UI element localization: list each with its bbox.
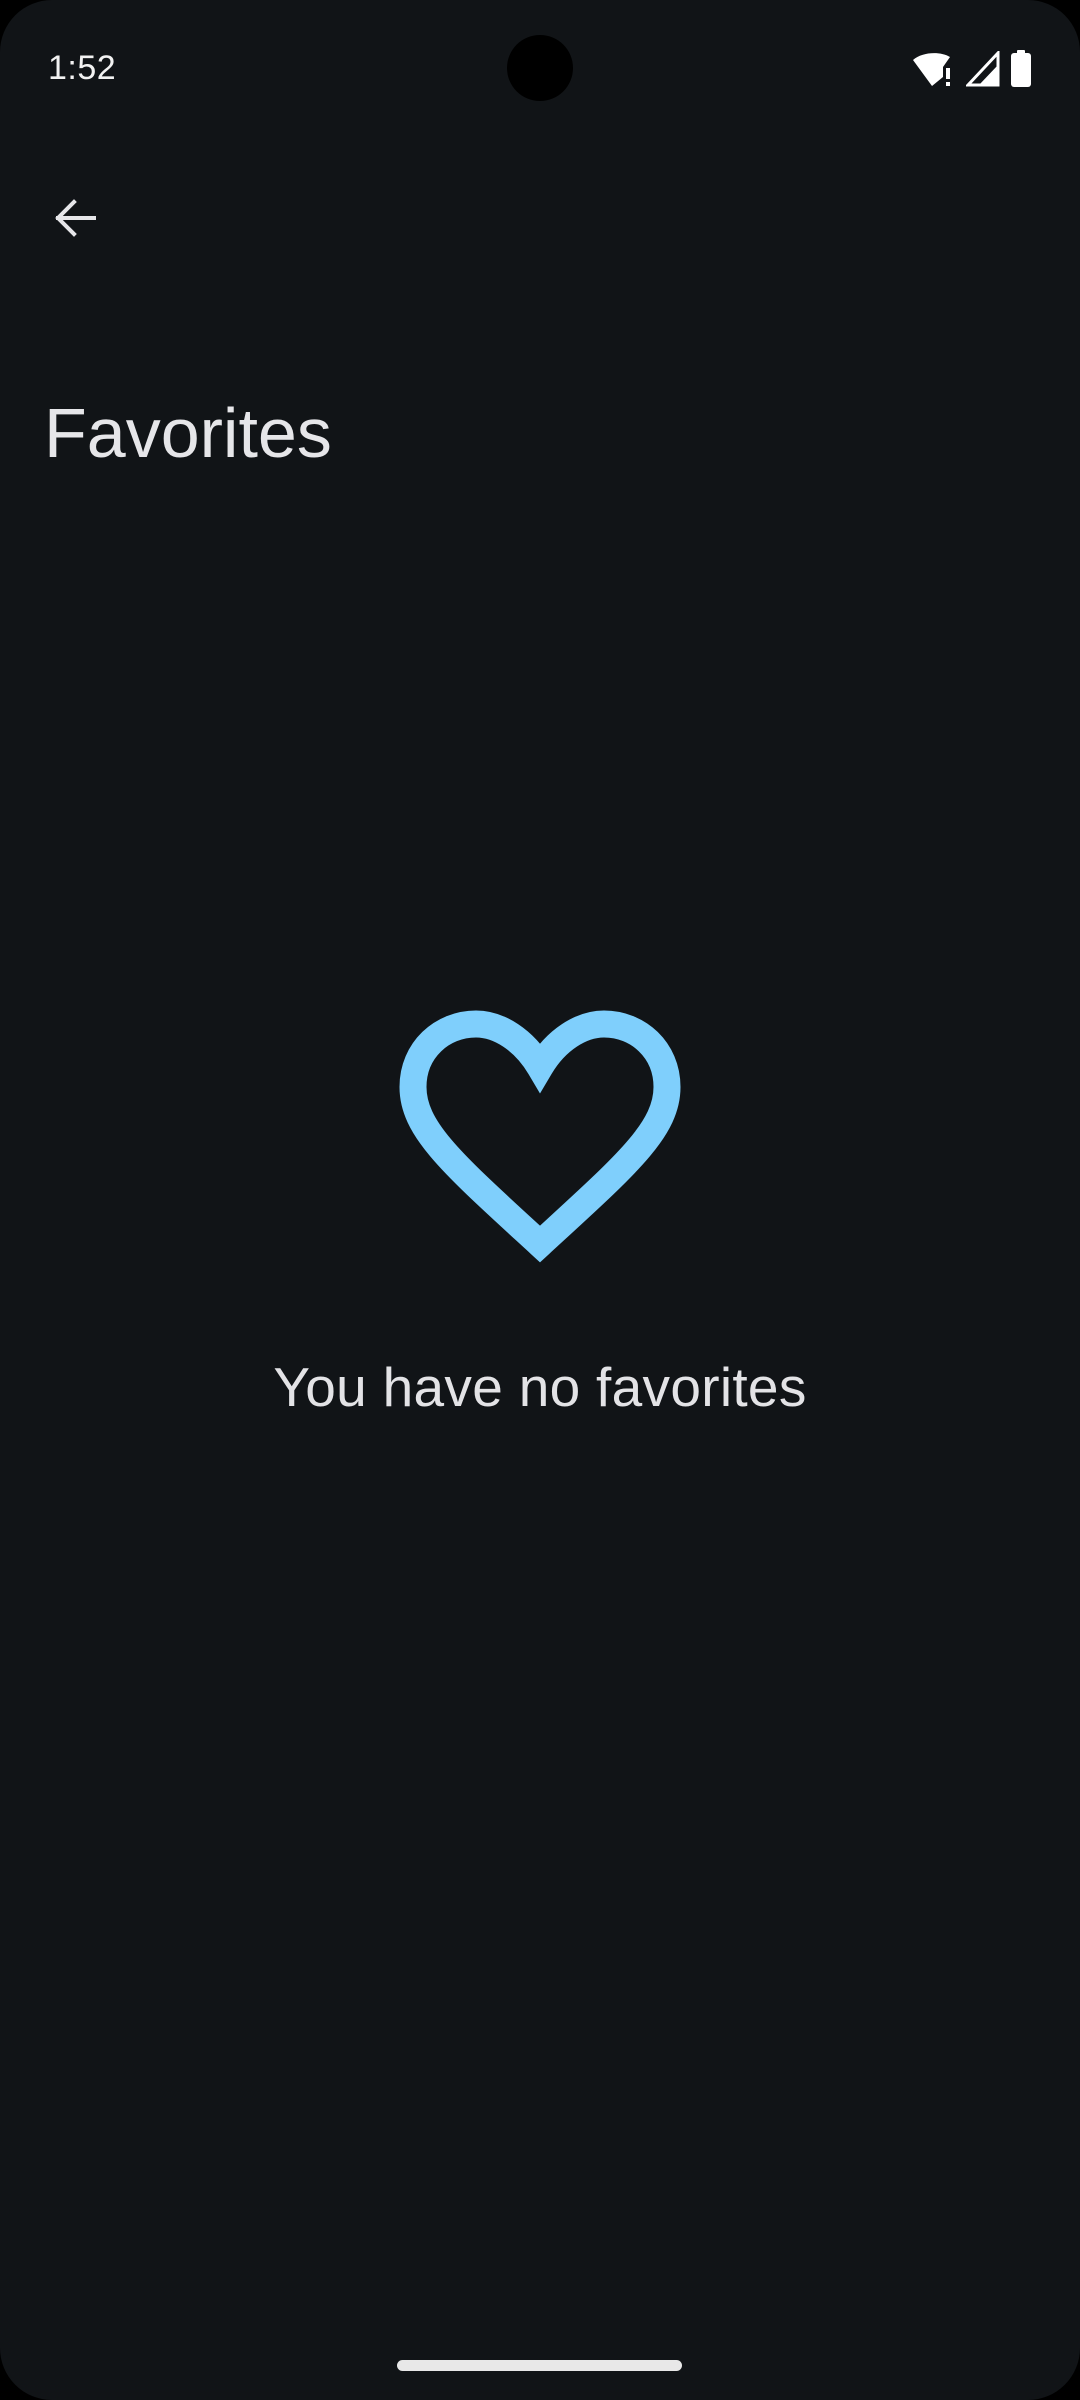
heart-outline-icon	[399, 1010, 681, 1263]
back-button[interactable]	[32, 176, 116, 260]
empty-state: You have no favorites	[0, 1010, 1080, 1422]
gesture-navigation-bar[interactable]	[397, 2360, 682, 2371]
page-title: Favorites	[44, 394, 332, 472]
status-time: 1:52	[48, 49, 117, 87]
cellular-signal-icon	[966, 51, 1000, 87]
wifi-alert-icon	[913, 53, 950, 86]
status-icons	[902, 50, 1032, 88]
arrow-back-icon	[55, 199, 96, 237]
screen: 1:52 Favorites You have no favorites	[0, 0, 1080, 2400]
status-bar: 1:52	[0, 0, 1080, 136]
battery-icon	[1011, 50, 1031, 87]
camera-cutout	[507, 35, 573, 101]
empty-message: You have no favorites	[273, 1356, 807, 1418]
